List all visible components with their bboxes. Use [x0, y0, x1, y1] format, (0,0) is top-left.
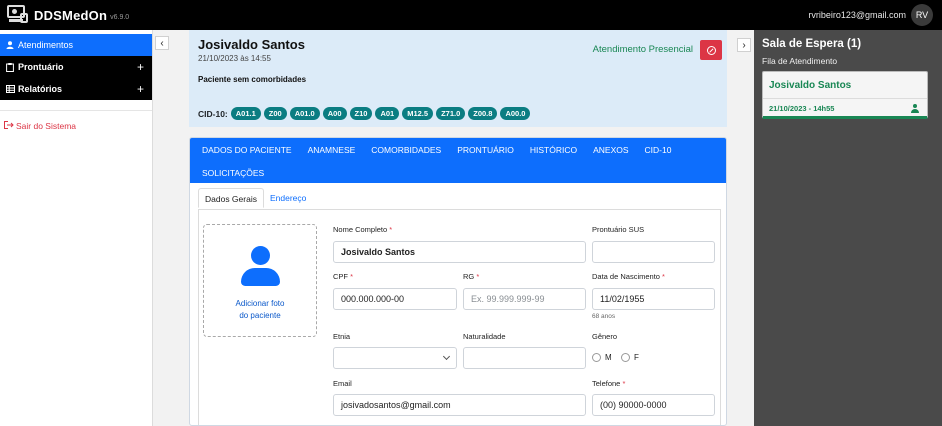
main-tabs: DADOS DO PACIENTE ANAMNESE COMORBIDADES …	[190, 138, 726, 183]
tab-historico[interactable]: HISTÓRICO	[522, 139, 585, 161]
table-icon	[4, 85, 16, 93]
cid-list: CID-10: A01.1 Z00 A01.0 A00 Z10 A01 M12.…	[198, 107, 533, 120]
tab-prontuario[interactable]: PRONTUÁRIO	[449, 139, 522, 161]
cid-badge: A00	[322, 107, 347, 120]
email-input[interactable]: josivadosantos@gmail.com	[333, 394, 586, 416]
user-icon	[4, 41, 16, 49]
nome-label: Nome Completo *	[333, 225, 393, 234]
cid-badge: Z00	[263, 107, 287, 120]
sidebar-item-label: Relatórios	[18, 84, 63, 94]
logout-label: Sair do Sistema	[16, 121, 76, 131]
sidebar-item-atendimentos[interactable]: Atendimentos	[0, 34, 152, 56]
tab-anexos[interactable]: ANEXOS	[585, 139, 636, 161]
sus-input[interactable]	[592, 241, 715, 263]
logout-icon	[4, 121, 14, 131]
cid-badge: Z10	[349, 107, 373, 120]
tab-comorbidades[interactable]: COMORBIDADES	[363, 139, 449, 161]
waiting-room-subtitle: Fila de Atendimento	[762, 56, 838, 66]
waiting-patient-time: 21/10/2023 - 14h55	[769, 104, 835, 113]
user-avatar[interactable]: RV	[911, 4, 933, 26]
cid-badge: A00.0	[500, 107, 531, 120]
sidebar-item-label: Prontuário	[18, 62, 64, 72]
collapse-waiting-room-button[interactable]: ›	[737, 38, 751, 52]
waiting-patient-card[interactable]: Josivaldo Santos 21/10/2023 - 14h55	[762, 71, 928, 119]
naturalidade-input[interactable]	[463, 347, 586, 369]
naturalidade-label: Naturalidade	[463, 332, 506, 341]
app-brand: DDSMedOn	[34, 7, 108, 23]
nascimento-label: Data de Nascimento *	[592, 272, 665, 281]
person-icon	[251, 246, 270, 265]
cid-badge: A01.0	[289, 107, 320, 120]
waiting-room-title: Sala de Espera (1)	[762, 38, 862, 50]
cpf-label: CPF *	[333, 272, 354, 281]
user-icon	[911, 104, 919, 113]
sidebar-item-label: Atendimentos	[18, 40, 74, 50]
add-photo-line1: Adicionar foto	[235, 299, 285, 308]
cid-badge: M12.5	[402, 107, 434, 120]
patient-header: Josivaldo Santos 21/10/2023 às 14:55 Pac…	[189, 30, 727, 127]
patient-tab-panel: DADOS DO PACIENTE ANAMNESE COMORBIDADES …	[189, 137, 727, 426]
sidebar: Atendimentos Prontuário + Relatórios + S…	[0, 30, 153, 426]
sub-tabs: Dados Gerais Endereço	[198, 188, 312, 208]
logout-link[interactable]: Sair do Sistema	[0, 119, 152, 133]
sidebar-divider	[0, 110, 152, 111]
sidebar-item-relatorios[interactable]: Relatórios +	[0, 78, 152, 100]
genero-radio-f[interactable]: F	[621, 353, 639, 362]
app-logo-icon	[7, 5, 29, 25]
plus-icon[interactable]: +	[137, 82, 144, 96]
app-version: v6.9.0	[110, 13, 130, 21]
patient-comorbidity: Paciente sem comorbidades	[198, 75, 307, 84]
chevron-down-icon	[442, 352, 451, 361]
collapse-sidebar-button[interactable]: ‹	[155, 36, 169, 50]
card-divider	[763, 98, 927, 99]
plus-icon[interactable]: +	[137, 60, 144, 74]
email-label: Email	[333, 379, 352, 388]
cid-badge: A01	[375, 107, 400, 120]
cid-label: CID-10:	[198, 108, 228, 119]
rg-label: RG *	[463, 272, 480, 281]
patient-name: Josivaldo Santos	[198, 37, 305, 52]
add-photo-line2: do paciente	[239, 311, 281, 320]
cid-badge: A01.1	[230, 107, 261, 120]
subtab-endereco[interactable]: Endereço	[264, 188, 312, 208]
radio-button[interactable]	[592, 353, 601, 362]
end-attendance-button[interactable]	[700, 40, 722, 60]
sidebar-item-prontuario[interactable]: Prontuário +	[0, 56, 152, 78]
tab-dados-do-paciente[interactable]: DADOS DO PACIENTE	[194, 139, 300, 161]
add-photo-label: Adicionar foto do paciente	[204, 298, 316, 322]
tab-solicitacoes[interactable]: SOLICITAÇÕES	[194, 162, 272, 184]
chevron-right-icon: ›	[742, 39, 746, 51]
person-icon-body	[241, 268, 280, 286]
subtab-dados-gerais[interactable]: Dados Gerais	[198, 188, 264, 208]
cpf-input[interactable]: 000.000.000-00	[333, 288, 457, 310]
telefone-label: Telefone *	[592, 379, 626, 388]
nome-input[interactable]: Josivaldo Santos	[333, 241, 586, 263]
sus-label: Prontuário SUS	[592, 225, 645, 234]
patient-datetime: 21/10/2023 às 14:55	[198, 54, 271, 63]
waiting-room-panel: Sala de Espera (1) Fila de Atendimento J…	[754, 30, 942, 426]
add-photo-dropzone[interactable]: Adicionar foto do paciente	[203, 224, 317, 337]
tab-cid-10[interactable]: CID-10	[637, 139, 680, 161]
cid-badge: Z71.0	[436, 107, 466, 120]
top-bar: DDSMedOn v6.9.0 rvribeiro123@gmail.com R…	[0, 0, 942, 30]
tab-anamnese[interactable]: ANAMNESE	[300, 139, 364, 161]
cid-badge: Z00.8	[468, 107, 498, 120]
etnia-select[interactable]	[333, 347, 457, 369]
rg-input[interactable]: Ex. 99.999.999-99	[463, 288, 586, 310]
radio-button[interactable]	[621, 353, 630, 362]
etnia-label: Etnia	[333, 332, 351, 341]
telefone-input[interactable]: (00) 90000-0000	[592, 394, 715, 416]
age-hint: 68 anos	[592, 313, 616, 320]
user-email: rvribeiro123@gmail.com	[808, 10, 906, 20]
genero-label: Gênero	[592, 332, 618, 341]
waiting-patient-name: Josivaldo Santos	[769, 80, 852, 91]
genero-radio-m[interactable]: M	[592, 353, 612, 362]
clipboard-icon	[4, 62, 16, 72]
chevron-left-icon: ‹	[160, 37, 164, 49]
stop-icon	[706, 45, 716, 55]
attendance-type: Atendimento Presencial	[592, 44, 693, 55]
nascimento-input[interactable]: 11/02/1955	[592, 288, 715, 310]
